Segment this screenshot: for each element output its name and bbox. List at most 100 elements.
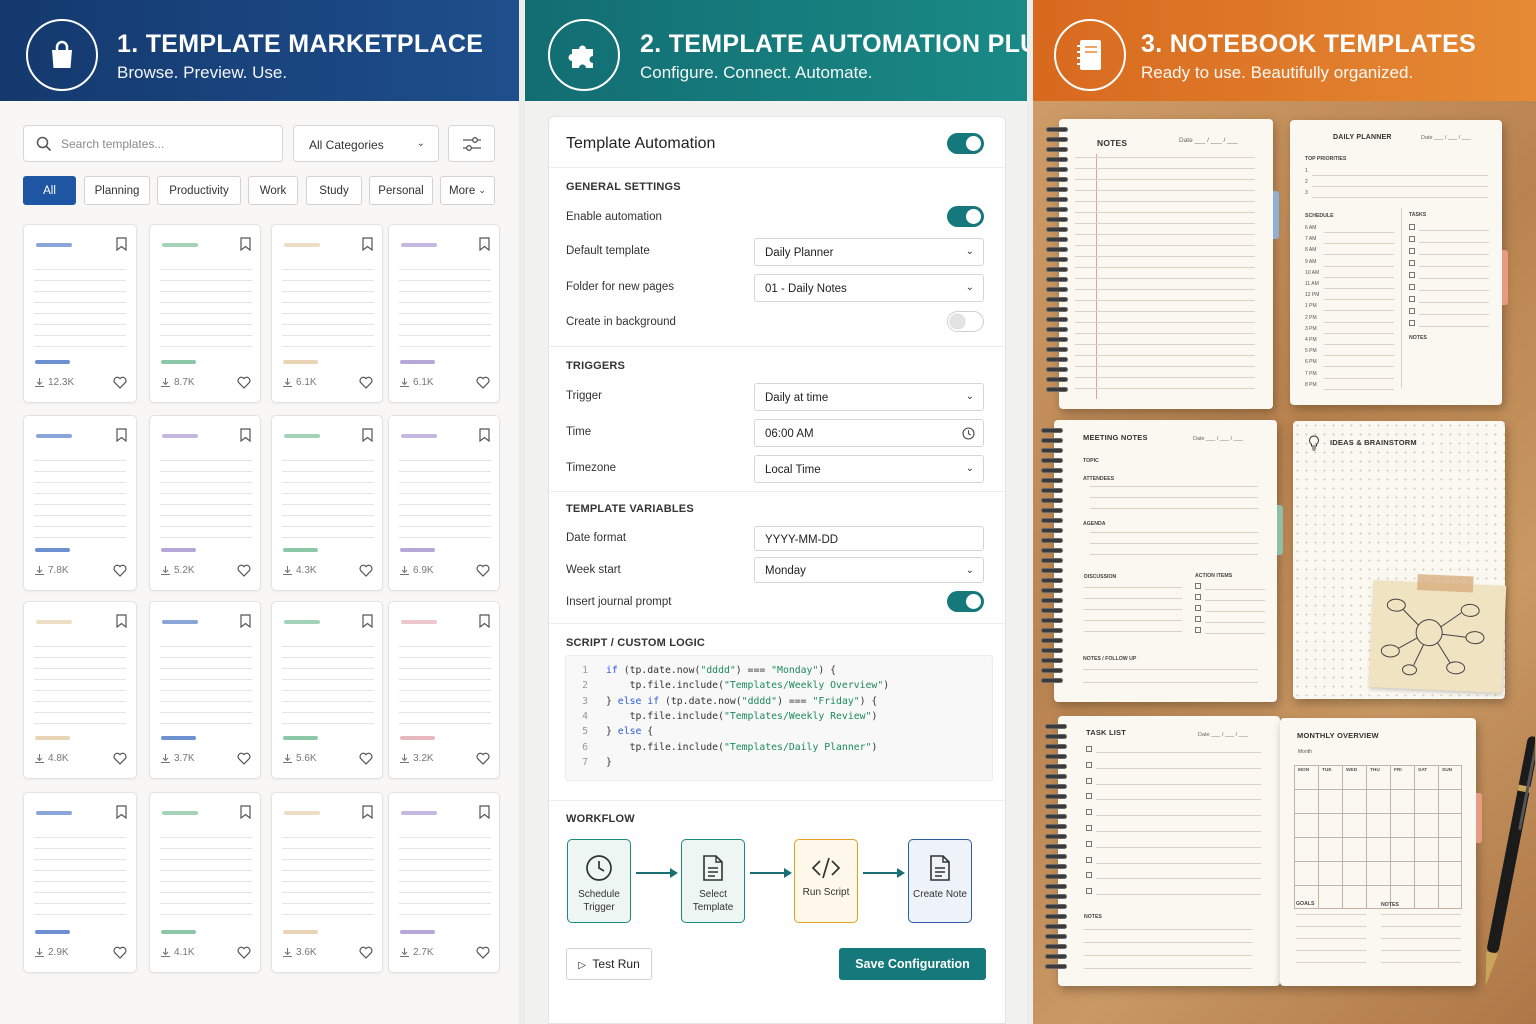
filter-chip-all[interactable]: All — [23, 176, 76, 205]
template-preview — [399, 807, 491, 917]
heart-icon[interactable] — [359, 564, 373, 577]
test-run-button[interactable]: ▷ Test Run — [566, 948, 652, 980]
panel-title: 2. TEMPLATE AUTOMATION PLUGIN — [640, 30, 1027, 58]
daily-planner-notebook[interactable]: DAILY PLANNER Date ___ / ___ / ___ TOP P… — [1290, 120, 1508, 405]
default-template-select[interactable]: Daily Planner ⌄ — [754, 238, 984, 266]
template-card[interactable]: 2.9K — [23, 792, 137, 973]
download-count-value: 6.9K — [413, 565, 434, 576]
timezone-select[interactable]: Local Time ⌄ — [754, 455, 984, 483]
section-label: TASKS — [1409, 212, 1427, 218]
filter-chip-planning[interactable]: Planning — [84, 176, 150, 205]
download-count-value: 5.6K — [296, 753, 317, 764]
search-input[interactable]: Search templates... — [23, 125, 283, 162]
default-template-value: Daily Planner — [765, 247, 834, 259]
heart-icon[interactable] — [113, 946, 127, 959]
heart-icon[interactable] — [476, 376, 490, 389]
workflow-step-create-note[interactable]: Create Note — [908, 839, 972, 923]
schedule-time: 10 AM — [1305, 269, 1320, 276]
category-bar — [161, 736, 196, 740]
panel-subtitle: Browse. Preview. Use. — [117, 63, 288, 82]
enable-automation-toggle[interactable] — [947, 206, 984, 227]
script-editor[interactable]: 1 if (tp.date.now("dddd") === "Monday") {… — [565, 655, 993, 781]
chevron-down-icon: ⌄ — [478, 185, 486, 195]
filter-chip-personal[interactable]: Personal — [369, 176, 433, 205]
category-bar — [283, 548, 318, 552]
template-card[interactable]: 2.7K — [388, 792, 500, 973]
download-count: 6.1K — [282, 377, 317, 388]
download-icon — [283, 754, 292, 764]
template-card[interactable]: 12.3K — [23, 224, 137, 403]
weekday-label: TUE — [1322, 768, 1332, 773]
master-toggle[interactable] — [947, 133, 984, 154]
time-input[interactable]: 06:00 AM — [754, 419, 984, 447]
template-card[interactable]: 3.6K — [271, 792, 383, 973]
download-icon — [35, 948, 44, 958]
heart-icon[interactable] — [237, 564, 251, 577]
schedule-time: 7 AM — [1305, 236, 1317, 243]
template-card[interactable]: 8.7K — [149, 224, 261, 403]
schedule-time: 2 PM — [1305, 314, 1317, 321]
heart-icon[interactable] — [359, 752, 373, 765]
monthly-overview-notebook[interactable]: MONTHLY OVERVIEW Month MON TUE WED THU FRI SA… — [1280, 718, 1482, 986]
meeting-notes-notebook[interactable]: MEETING NOTES Date ___ / ___ / ___ TOPIC… — [1041, 420, 1283, 702]
template-card[interactable]: 6.9K — [388, 415, 500, 591]
download-icon — [161, 378, 170, 388]
workflow-step-schedule-trigger[interactable]: Schedule Trigger — [567, 839, 631, 923]
template-card[interactable]: 4.8K — [23, 601, 137, 779]
heart-icon[interactable] — [476, 946, 490, 959]
workflow-arrow — [636, 868, 678, 878]
template-card[interactable]: 5.6K — [271, 601, 383, 779]
save-configuration-button[interactable]: Save Configuration — [839, 948, 986, 980]
heart-icon[interactable] — [476, 752, 490, 765]
heart-icon[interactable] — [476, 564, 490, 577]
section-label: NOTES — [1409, 335, 1427, 341]
schedule-time: 8 PM — [1305, 381, 1317, 388]
heart-icon[interactable] — [237, 946, 251, 959]
filter-settings-button[interactable] — [448, 125, 495, 162]
heart-icon[interactable] — [113, 376, 127, 389]
template-card[interactable]: 3.2K — [388, 601, 500, 779]
marketplace-header: 1. TEMPLATE MARKETPLACE Browse. Preview.… — [0, 0, 519, 101]
folder-select[interactable]: 01 - Daily Notes ⌄ — [754, 274, 984, 302]
template-preview — [160, 616, 252, 726]
template-preview — [34, 807, 126, 917]
template-card[interactable]: 7.8K — [23, 415, 137, 591]
workflow-step-run-script[interactable]: Run Script — [794, 839, 858, 923]
code-line: 7} — [582, 756, 612, 768]
category-select[interactable]: All Categories ⌄ — [293, 125, 439, 162]
heart-icon[interactable] — [237, 752, 251, 765]
document-icon — [703, 855, 723, 881]
template-card[interactable]: 4.3K — [271, 415, 383, 591]
filter-chip-study[interactable]: Study — [306, 176, 362, 205]
week-start-select[interactable]: Monday ⌄ — [754, 557, 984, 583]
create-in-background-toggle[interactable] — [947, 311, 984, 332]
ideas-notebook[interactable]: IDEAS & BRAINSTORM — [1293, 421, 1507, 699]
heart-icon[interactable] — [113, 564, 127, 577]
template-preview — [160, 239, 252, 349]
triggers-heading: TRIGGERS — [566, 360, 626, 372]
download-icon — [400, 948, 409, 958]
filter-chip-productivity[interactable]: Productivity — [157, 176, 241, 205]
category-bar — [35, 736, 70, 740]
template-card[interactable]: 5.2K — [149, 415, 261, 591]
section-label: GOALS — [1296, 901, 1315, 907]
time-value: 06:00 AM — [765, 428, 814, 440]
template-card[interactable]: 4.1K — [149, 792, 261, 973]
heart-icon[interactable] — [237, 376, 251, 389]
journal-prompt-toggle[interactable] — [947, 591, 984, 612]
task-list-notebook[interactable]: TASK LIST Date ___ / ___ / ___ NOTES — [1045, 716, 1280, 986]
workflow-step-select-template[interactable]: Select Template — [681, 839, 745, 923]
trigger-select[interactable]: Daily at time ⌄ — [754, 383, 984, 411]
heart-icon[interactable] — [359, 376, 373, 389]
heart-icon[interactable] — [359, 946, 373, 959]
template-card[interactable]: 6.1K — [271, 224, 383, 403]
schedule-time: 6 AM — [1305, 225, 1317, 231]
notes-notebook[interactable]: NOTES Date ___ / ___ / ___ — [1046, 119, 1279, 409]
template-card[interactable]: 3.7K — [149, 601, 261, 779]
priority-number: 1 — [1305, 168, 1308, 174]
filter-chip-work[interactable]: Work — [248, 176, 298, 205]
filter-chip-more[interactable]: More ⌄ — [440, 176, 495, 205]
date-format-input[interactable]: YYYY-MM-DD — [754, 526, 984, 551]
heart-icon[interactable] — [113, 752, 127, 765]
template-card[interactable]: 6.1K — [388, 224, 500, 403]
